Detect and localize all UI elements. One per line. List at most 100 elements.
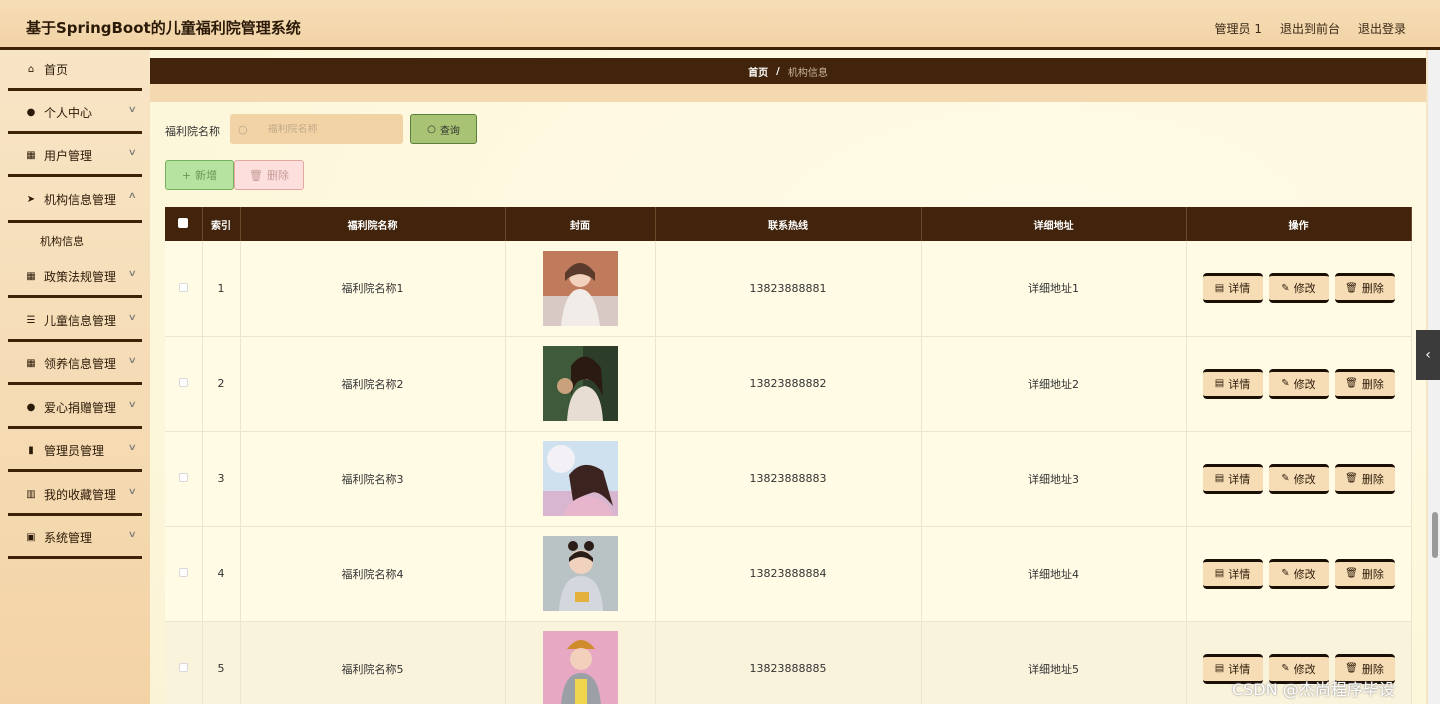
- cell-phone: 13823888883: [655, 431, 922, 527]
- cover-image: [542, 631, 618, 704]
- sidebar-subitem-institution-info[interactable]: 机构信息: [40, 233, 84, 249]
- document-icon: ▤: [1214, 568, 1225, 579]
- sidebar-item-label: 个人中心: [44, 105, 93, 120]
- batch-delete-button[interactable]: 🗑 删除: [234, 160, 304, 190]
- row-checkbox[interactable]: [178, 473, 188, 482]
- detail-button-label: 详情: [1228, 662, 1251, 676]
- query-button[interactable]: ○ 查询: [410, 114, 477, 144]
- delete-button[interactable]: 🗑 删除: [1334, 463, 1395, 494]
- delete-button[interactable]: 🗑 删除: [1334, 273, 1395, 304]
- sidebar-item-label: 政策法规管理: [44, 269, 117, 284]
- sidebar-item-admin-management[interactable]: ▮ 管理员管理 ∨: [8, 431, 142, 472]
- search-field[interactable]: ○: [230, 114, 403, 144]
- watermark: CSDN @杰尚程序毕设: [1232, 680, 1395, 699]
- detail-button-label: 详情: [1228, 472, 1251, 486]
- cell-phone: 13823888884: [655, 526, 922, 622]
- delete-button[interactable]: 🗑 删除: [1334, 558, 1395, 589]
- breadcrumb-current: 机构信息: [787, 67, 828, 79]
- query-button-label: 查询: [439, 125, 460, 137]
- delete-button[interactable]: 🗑 删除: [1334, 368, 1395, 399]
- cell-phone: 13823888882: [655, 336, 922, 432]
- admin-user-link[interactable]: 管理员 1: [1215, 20, 1262, 37]
- sidebar-item-donation-management[interactable]: ● 爱心捐赠管理 ∨: [8, 388, 142, 429]
- delete-button-label: 删除: [1361, 567, 1384, 581]
- sidebar-item-home[interactable]: ⌂ 首页: [8, 50, 142, 91]
- chevron-down-icon: ∨: [128, 269, 138, 279]
- clipboard-icon: ▣: [26, 531, 36, 543]
- detail-button[interactable]: ▤ 详情: [1202, 368, 1263, 399]
- sidebar-item-label: 机构信息管理: [44, 193, 117, 207]
- sidebar-item-system-management[interactable]: ▣ 系统管理 ∨: [8, 518, 142, 559]
- user-icon: ●: [26, 106, 36, 118]
- row-checkbox[interactable]: [178, 568, 188, 577]
- detail-button-label: 详情: [1228, 377, 1251, 391]
- cover-image: [542, 250, 618, 326]
- grid-icon: ▦: [26, 270, 36, 282]
- chevron-left-icon: ‹: [1425, 347, 1431, 363]
- detail-button[interactable]: ▤ 详情: [1202, 558, 1263, 589]
- table-row: 2 福利院名称2 13823888882 详细地址2 ▤ 详情 ✎ 修改 🗑 删…: [165, 336, 1412, 432]
- search-input[interactable]: [267, 123, 403, 135]
- sidebar-item-personal-center[interactable]: ● 个人中心 ∨: [8, 93, 142, 134]
- detail-button[interactable]: ▤ 详情: [1202, 273, 1263, 304]
- header-links: 管理员 1 退出到前台 退出登录: [1215, 20, 1406, 37]
- detail-button[interactable]: ▤ 详情: [1202, 463, 1263, 494]
- row-checkbox[interactable]: [178, 378, 188, 387]
- sidebar-item-institution-management[interactable]: ➤ 机构信息管理 ∧: [8, 179, 142, 223]
- sidebar-item-label: 爱心捐赠管理: [44, 400, 117, 415]
- scrollbar-thumb[interactable]: [1432, 512, 1438, 558]
- edit-button[interactable]: ✎ 修改: [1268, 463, 1329, 494]
- edit-button[interactable]: ✎ 修改: [1268, 368, 1329, 399]
- cell-phone: 13823888881: [655, 241, 922, 337]
- send-icon: ➤: [26, 194, 36, 205]
- edit-button-label: 修改: [1293, 567, 1316, 581]
- cell-actions: ▤ 详情 ✎ 修改 🗑 删除: [1186, 431, 1412, 527]
- sidebar-item-children-management[interactable]: ☰ 儿童信息管理 ∨: [8, 301, 142, 342]
- sidebar-item-adoption-management[interactable]: ▦ 领养信息管理 ∨: [8, 344, 142, 385]
- sidebar-item-user-management[interactable]: ▦ 用户管理 ∨: [8, 136, 142, 177]
- chevron-down-icon: ∨: [128, 148, 138, 158]
- list-icon: ☰: [26, 314, 36, 326]
- sidebar-item-label: 首页: [44, 62, 69, 77]
- edit-button-label: 修改: [1293, 662, 1316, 676]
- home-icon: ⌂: [27, 63, 35, 75]
- plus-icon: +: [181, 168, 192, 182]
- row-checkbox[interactable]: [178, 663, 188, 672]
- select-all-cell: [165, 207, 203, 241]
- chevron-down-icon: ∨: [128, 400, 138, 410]
- breadcrumb-home[interactable]: 首页: [748, 64, 768, 79]
- edit-button[interactable]: ✎ 修改: [1268, 273, 1329, 304]
- cell-index: 2: [202, 336, 241, 432]
- row-checkbox[interactable]: [178, 282, 188, 292]
- chevron-down-icon: ∨: [128, 487, 138, 497]
- cell-name: 福利院名称4: [240, 526, 506, 622]
- collapse-panel-button[interactable]: ‹: [1416, 330, 1440, 380]
- back-to-frontend-link[interactable]: 退出到前台: [1280, 20, 1340, 37]
- table-row: 1 福利院名称1 13823888881 详细地址1 ▤ 详情 ✎ 修改 🗑 删…: [165, 241, 1412, 337]
- document-icon: ▤: [1214, 378, 1225, 389]
- breadcrumb: 首页 / 机构信息: [150, 58, 1426, 84]
- sidebar-item-label: 领养信息管理: [44, 356, 117, 371]
- add-button[interactable]: + 新增: [165, 160, 234, 190]
- cell-cover: [505, 431, 656, 527]
- trash-icon: 🗑: [249, 168, 263, 182]
- edit-button[interactable]: ✎ 修改: [1268, 558, 1329, 589]
- column-header-actions: 操作: [1186, 207, 1412, 241]
- delete-button-label: 删除: [1361, 282, 1384, 296]
- chevron-up-icon: ∧: [128, 191, 138, 201]
- edit-button-label: 修改: [1293, 377, 1316, 391]
- select-all-checkbox[interactable]: [178, 217, 189, 228]
- document-icon: ▤: [1214, 663, 1225, 674]
- sidebar-item-label: 我的收藏管理: [44, 487, 117, 502]
- chevron-down-icon: ∨: [128, 356, 138, 366]
- sidebar-item-favorites-management[interactable]: ▥ 我的收藏管理 ∨: [8, 475, 142, 516]
- app-title: 基于SpringBoot的儿童福利院管理系统: [26, 19, 301, 37]
- trash-icon: 🗑: [1345, 568, 1358, 579]
- cover-image: [542, 441, 618, 516]
- delete-button-label: 删除: [1361, 662, 1384, 676]
- cell-address: 详细地址1: [921, 241, 1187, 337]
- logout-link[interactable]: 退出登录: [1358, 20, 1406, 37]
- sidebar-item-policy-management[interactable]: ▦ 政策法规管理 ∨: [8, 257, 142, 298]
- cell-name: 福利院名称1: [240, 241, 506, 337]
- user-icon: ●: [26, 401, 36, 413]
